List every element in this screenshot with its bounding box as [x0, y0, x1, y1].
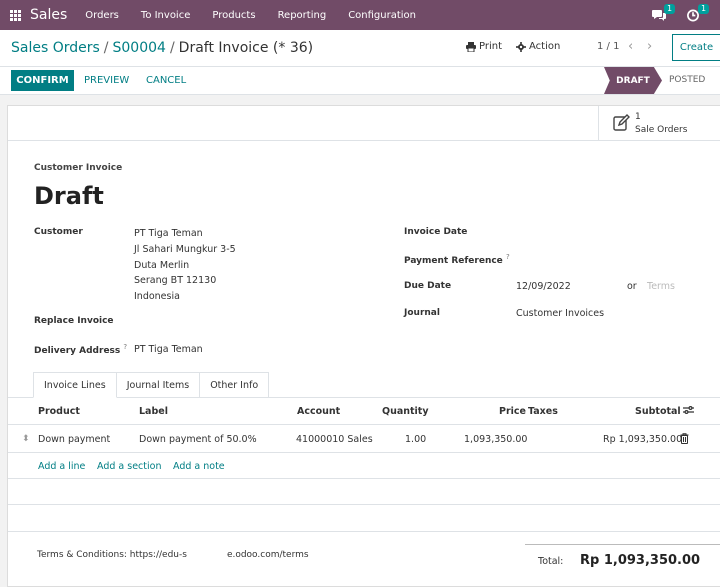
row-price[interactable]: 1,093,350.00: [464, 434, 527, 445]
customer-city: Serang BT 12130: [134, 275, 217, 286]
tab-invoice-lines[interactable]: Invoice Lines: [33, 372, 117, 398]
activities-badge: 1: [698, 4, 710, 14]
breadcrumb: Sales Orders / S00004/Draft Invoice (* 36): [11, 40, 314, 56]
action-label: Action: [529, 41, 561, 52]
row-label[interactable]: Down payment of 50.0%: [139, 434, 257, 445]
smart-button-count: 1: [635, 112, 641, 122]
payment-ref-help-icon[interactable]: ?: [506, 253, 510, 261]
col-label[interactable]: Label: [139, 406, 168, 417]
row-quantity[interactable]: 1.00: [405, 434, 426, 445]
sale-orders-smart-button[interactable]: 1 Sale Orders: [598, 106, 720, 141]
stage-posted[interactable]: POSTED: [669, 75, 705, 85]
total-label: Total:: [538, 556, 564, 567]
print-label: Print: [479, 41, 503, 52]
customer-street: Jl Sahari Mungkur 3-5: [134, 244, 236, 255]
row-subtotal: Rp 1,093,350.00: [603, 434, 683, 445]
optional-columns-icon[interactable]: [683, 405, 694, 415]
breadcrumb-sales-orders[interactable]: Sales Orders: [11, 40, 100, 56]
terms-conditions: Terms & Conditions: https://edu-s e.odoo.…: [37, 550, 309, 560]
drag-handle-icon[interactable]: ⬍: [22, 434, 30, 444]
form-sheet: 1 Sale Orders Customer Invoice Draft Cus…: [7, 105, 720, 587]
due-date-label: Due Date: [404, 281, 452, 291]
pager-prev-icon[interactable]: ‹: [628, 39, 633, 54]
menu-products[interactable]: Products: [212, 10, 255, 21]
smart-button-label: Sale Orders: [635, 125, 688, 135]
menu-to-invoice[interactable]: To Invoice: [141, 10, 190, 21]
breadcrumb-current: Draft Invoice (* 36): [178, 40, 314, 56]
notebook-tabs: Invoice Lines Journal Items Other Info: [33, 372, 270, 398]
tab-other-info[interactable]: Other Info: [200, 372, 270, 398]
footer-separator: [8, 531, 720, 532]
menu-configuration[interactable]: Configuration: [348, 10, 416, 21]
confirm-button[interactable]: CONFIRM: [11, 70, 74, 91]
row-product[interactable]: Down payment: [38, 434, 110, 445]
delivery-address-value[interactable]: PT Tiga Teman: [134, 344, 203, 355]
invoice-date-label: Invoice Date: [404, 227, 468, 237]
preview-button[interactable]: PREVIEW: [84, 75, 129, 86]
journal-field[interactable]: Customer Invoices: [516, 308, 604, 319]
customer-country: Indonesia: [134, 291, 180, 302]
replace-invoice-label: Replace Invoice: [34, 316, 114, 326]
col-subtotal[interactable]: Subtotal: [635, 406, 681, 417]
messages-button[interactable]: 1: [652, 4, 676, 24]
print-icon: [466, 41, 476, 52]
add-note-link[interactable]: Add a note: [173, 461, 225, 472]
apps-grid-icon[interactable]: [0, 0, 30, 30]
delivery-address-label: Delivery Address ?: [34, 343, 128, 356]
create-button[interactable]: Create: [672, 34, 720, 61]
messages-badge: 1: [664, 4, 676, 14]
row-border: [8, 452, 720, 453]
stage-draft[interactable]: DRAFT: [604, 67, 662, 94]
due-date-field[interactable]: 12/09/2022: [516, 281, 571, 292]
status-bar: CONFIRM PREVIEW CANCEL DRAFT POSTED: [0, 67, 720, 95]
invoice-type: Customer Invoice: [34, 163, 123, 173]
menu-reporting[interactable]: Reporting: [278, 10, 327, 21]
customer-label: Customer: [34, 227, 83, 237]
breadcrumb-order[interactable]: S00004: [113, 40, 166, 56]
payment-reference-label: Payment Reference ?: [404, 253, 510, 266]
edit-document-icon: [613, 114, 630, 131]
total-amount: Rp 1,093,350.00: [580, 553, 701, 568]
add-section-link[interactable]: Add a section: [97, 461, 161, 472]
col-quantity[interactable]: Quantity: [382, 406, 429, 417]
customer-name[interactable]: PT Tiga Teman: [134, 228, 203, 239]
tab-journal-items[interactable]: Journal Items: [116, 372, 201, 398]
invoice-state-title: Draft: [34, 182, 104, 210]
pager-next-icon[interactable]: ›: [647, 39, 652, 54]
row-account[interactable]: 41000010 Sales: [296, 434, 373, 445]
col-product[interactable]: Product: [38, 406, 80, 417]
col-price[interactable]: Price: [499, 406, 526, 417]
print-button[interactable]: Print: [466, 41, 502, 52]
delivery-help-icon[interactable]: ?: [123, 343, 127, 351]
due-date-or: or: [627, 281, 637, 292]
col-account[interactable]: Account: [297, 406, 340, 417]
empty-row-border-2: [8, 504, 720, 505]
action-button[interactable]: Action: [516, 41, 560, 52]
journal-label: Journal: [404, 308, 440, 318]
app-brand[interactable]: Sales: [30, 7, 67, 23]
payment-terms-field[interactable]: Terms: [647, 281, 675, 292]
top-navbar: Sales Orders To Invoice Products Reporti…: [0, 0, 720, 30]
col-taxes[interactable]: Taxes: [528, 406, 558, 417]
trash-icon[interactable]: [680, 433, 689, 444]
cancel-button[interactable]: CANCEL: [146, 75, 186, 86]
activities-button[interactable]: 1: [686, 4, 710, 24]
control-panel: Sales Orders / S00004/Draft Invoice (* 36)…: [0, 30, 720, 67]
header-border: [8, 424, 720, 425]
empty-row-border-1: [8, 478, 720, 479]
menu-orders[interactable]: Orders: [85, 10, 119, 21]
add-line-link[interactable]: Add a line: [38, 461, 85, 472]
button-box: 1 Sale Orders: [8, 106, 720, 141]
gear-icon: [516, 41, 526, 52]
customer-street2: Duta Merlin: [134, 260, 190, 271]
pager-value[interactable]: 1 / 1: [597, 41, 619, 52]
